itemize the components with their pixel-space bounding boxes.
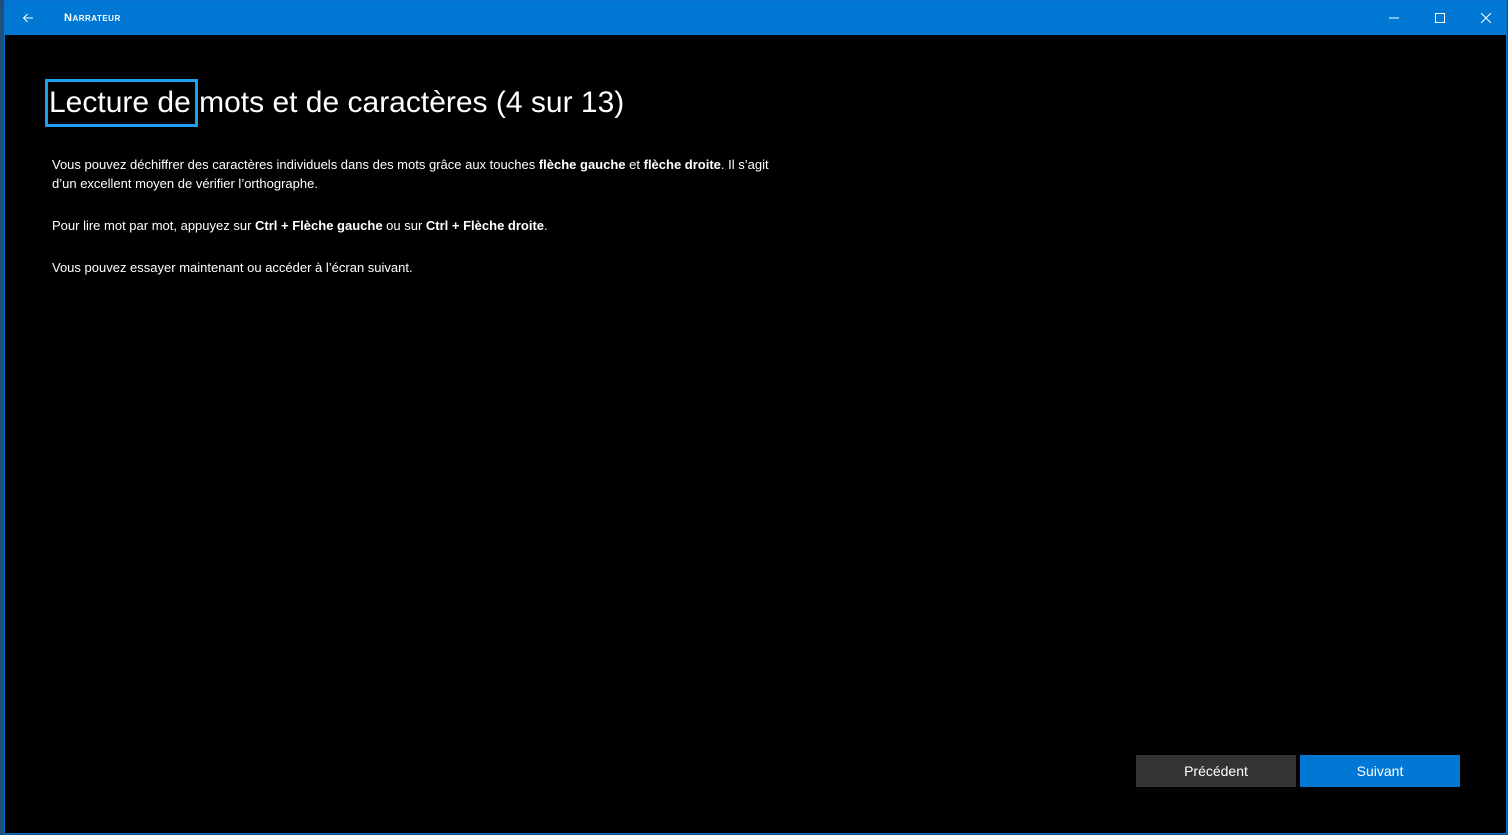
maximize-icon [1435, 13, 1445, 23]
minimize-icon [1389, 17, 1399, 19]
app-title: Narrateur [64, 12, 121, 24]
title-bar: Narrateur [5, 1, 1506, 35]
key-name-ctrl-right: Ctrl + Flèche droite [425, 218, 545, 233]
previous-button[interactable]: Précédent [1136, 755, 1296, 787]
text-segment: . [544, 218, 548, 233]
key-name-left-arrow: flèche gauche [538, 157, 626, 172]
key-name-ctrl-left: Ctrl + Flèche gauche [255, 218, 383, 233]
text-segment: Pour lire mot par mot, appuyez sur [52, 218, 256, 233]
narrator-window: Narrateur Lecture de mots et de caractèr… [4, 0, 1507, 834]
text-segment: ou sur [382, 218, 426, 233]
back-arrow-icon [22, 13, 33, 23]
minimize-button[interactable] [1371, 1, 1417, 35]
close-button[interactable] [1463, 1, 1508, 35]
text-segment: et [625, 157, 644, 172]
key-name-right-arrow: flèche droite [643, 157, 721, 172]
lesson-content: Vous pouvez déchiffrer des caractères in… [52, 155, 792, 300]
maximize-button[interactable] [1417, 1, 1463, 35]
next-button[interactable]: Suivant [1300, 755, 1460, 787]
page-title: Lecture de mots et de caractères (4 sur … [49, 86, 625, 119]
text-segment: Vous pouvez déchiffrer des caractères in… [52, 157, 539, 172]
paragraph-words: Pour lire mot par mot, appuyez sur Ctrl … [52, 216, 792, 235]
back-button[interactable] [5, 1, 51, 35]
paragraph-try-now: Vous pouvez essayer maintenant ou accéde… [52, 260, 413, 275]
close-icon [1480, 13, 1491, 23]
paragraph-characters: Vous pouvez déchiffrer des caractères in… [52, 155, 792, 193]
